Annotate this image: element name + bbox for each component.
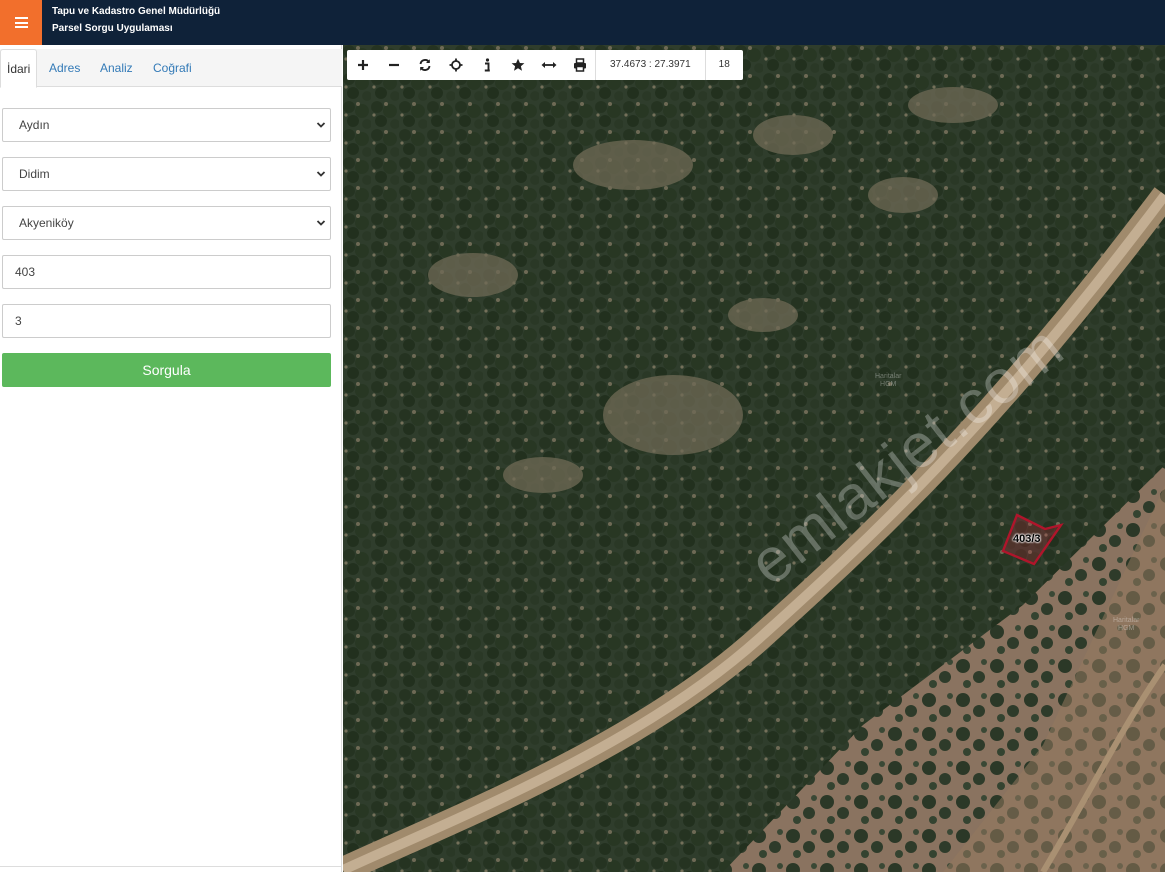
locate-icon <box>449 58 462 72</box>
info-icon <box>484 58 490 72</box>
mahalle-select-value: Akyeniköy <box>19 216 74 230</box>
sidebar: İdari Adres Analiz Coğrafi Aydın Didim A… <box>0 45 342 872</box>
il-select-value: Aydın <box>19 118 50 132</box>
zoom-out-button[interactable] <box>378 50 409 80</box>
tab-bar: İdari Adres Analiz Coğrafi <box>0 49 342 88</box>
app-header: Tapu ve Kadastro Genel Müdürlüğü Parsel … <box>0 0 1165 45</box>
zoom-in-icon <box>357 60 368 70</box>
refresh-icon <box>419 59 430 71</box>
il-select[interactable]: Aydın <box>2 108 331 142</box>
parcel-label[interactable]: 403/3 <box>1013 533 1041 545</box>
parsel-input[interactable]: 3 <box>2 304 331 338</box>
info-button[interactable] <box>471 50 502 80</box>
tab-cografi[interactable]: Coğrafi <box>147 49 198 87</box>
zoom-out-icon <box>388 63 399 67</box>
app-title-line2: Parsel Sorgu Uygulaması <box>52 23 173 34</box>
sorgula-button[interactable]: Sorgula <box>2 353 331 387</box>
map-attribution: Haritalar HGM <box>875 373 901 389</box>
attribution-line1: Haritalar <box>875 373 902 380</box>
print-icon <box>573 58 586 72</box>
hamburger-icon <box>14 17 28 28</box>
coordinate-readout: 37.4673 : 27.3971 <box>595 50 705 80</box>
map-attribution: Haritalar HGM <box>1113 617 1139 633</box>
attribution-line1: Haritalar <box>1113 617 1140 624</box>
print-button[interactable] <box>564 50 595 80</box>
ilce-select-value: Didim <box>19 167 50 181</box>
map-view[interactable]: emlakjet.com Haritalar HGM Haritalar HGM… <box>343 45 1165 872</box>
zoom-in-button[interactable] <box>347 50 378 80</box>
app-title-line1: Tapu ve Kadastro Genel Müdürlüğü <box>52 6 221 17</box>
zoom-level-readout: 18 <box>704 50 743 80</box>
measure-icon <box>541 62 556 68</box>
menu-button[interactable] <box>0 0 42 45</box>
chevron-down-icon <box>316 122 326 128</box>
attribution-line2: HGM <box>880 381 897 388</box>
app-title: Tapu ve Kadastro Genel Müdürlüğü Parsel … <box>52 3 220 37</box>
chevron-down-icon <box>316 171 326 177</box>
tab-idari[interactable]: İdari <box>0 49 38 88</box>
measure-button[interactable] <box>533 50 564 80</box>
locate-button[interactable] <box>440 50 471 80</box>
ada-input[interactable]: 403 <box>2 255 331 289</box>
tab-analiz[interactable]: Analiz <box>94 49 139 87</box>
mahalle-select[interactable]: Akyeniköy <box>2 206 331 240</box>
sidebar-footer <box>0 866 342 872</box>
attribution-line2: HGM <box>1118 625 1135 632</box>
ilce-select[interactable]: Didim <box>2 157 331 191</box>
refresh-button[interactable] <box>409 50 440 80</box>
chevron-down-icon <box>316 220 326 226</box>
star-icon <box>511 58 524 71</box>
map-toolbar: 37.4673 : 27.3971 18 <box>347 50 743 80</box>
tab-adres[interactable]: Adres <box>43 49 86 87</box>
favorite-button[interactable] <box>502 50 533 80</box>
satellite-imagery <box>343 45 1165 872</box>
